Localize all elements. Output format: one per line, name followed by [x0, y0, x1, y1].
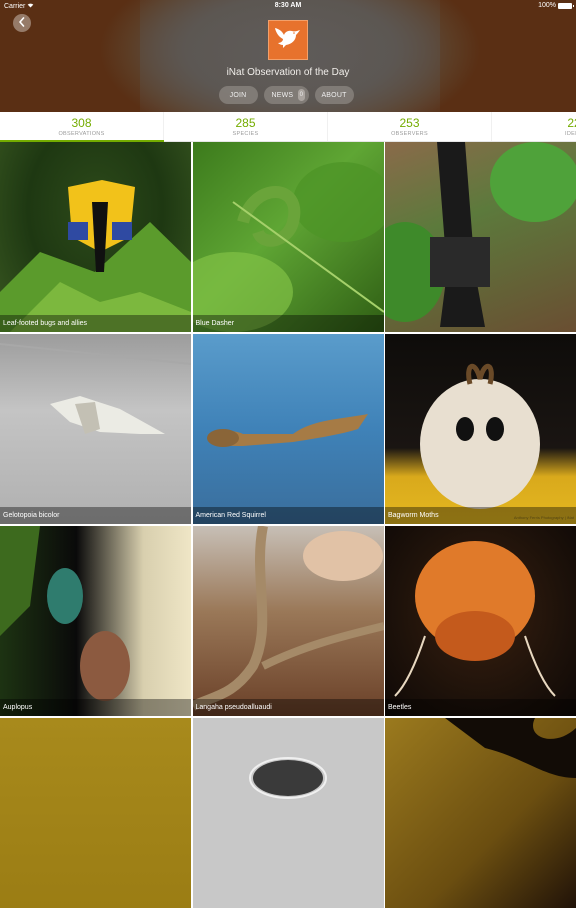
tab-identifiers[interactable]: 22 IDENT — [492, 112, 576, 141]
bird-icon — [273, 25, 303, 56]
observation-photo — [248, 757, 327, 799]
observation-caption: Blue Dasher — [192, 315, 384, 332]
tab-count: 22 — [567, 116, 576, 130]
news-label: NEWS — [271, 91, 294, 99]
battery-percent: 100% — [538, 2, 556, 9]
observation-tile[interactable]: Bagworm Moths Anthony Ferris Photography… — [385, 334, 576, 524]
observation-tile[interactable]: Gelotopoia bicolor — [0, 334, 191, 524]
join-button[interactable]: JOIN — [218, 86, 258, 104]
project-header: Carrier 8:30 AM 100% iNat Observation of… — [0, 0, 576, 112]
observation-caption: American Red Squirrel — [192, 507, 384, 524]
stats-tabs: 308 OBSERVATIONS 285 SPECIES 253 OBSERVE… — [0, 112, 576, 142]
observation-photo — [192, 162, 384, 332]
photo-credit: Anthony Ferris Photography | iNat — [513, 515, 574, 520]
observation-tile[interactable]: Langaha pseudoalluaudi — [192, 526, 384, 716]
battery-indicator: 100% — [538, 2, 574, 9]
status-bar: Carrier 8:30 AM 100% — [0, 0, 576, 12]
news-button[interactable]: NEWS 0 — [263, 86, 309, 104]
observation-photo — [420, 364, 540, 509]
observation-photo — [0, 180, 191, 332]
clock: 8:30 AM — [274, 2, 302, 9]
observation-tile[interactable] — [192, 718, 384, 908]
tab-count: 253 — [399, 116, 420, 130]
observation-caption: Leaf-footed bugs and allies — [0, 315, 191, 332]
observation-tile[interactable]: Auplopus — [0, 526, 191, 716]
tab-observers[interactable]: 253 OBSERVERS — [328, 112, 492, 141]
observation-grid: Leaf-footed bugs and allies Blue Dasher … — [0, 142, 576, 908]
tab-label: OBSERVATIONS — [58, 131, 105, 137]
observation-photo — [0, 343, 191, 434]
tab-label: IDENT — [565, 131, 576, 137]
header-actions: JOIN NEWS 0 ABOUT — [0, 86, 576, 104]
observation-photo — [206, 414, 368, 447]
observation-tile[interactable]: Blue Dasher — [192, 142, 384, 332]
tab-label: SPECIES — [232, 131, 259, 137]
news-count-badge: 0 — [298, 89, 305, 101]
observation-photo — [192, 526, 384, 711]
observation-tile[interactable] — [385, 718, 576, 908]
observation-caption: Beetles — [385, 699, 576, 716]
battery-icon — [558, 2, 574, 9]
tab-count: 308 — [71, 116, 92, 130]
observation-tile[interactable]: Beetles — [385, 526, 576, 716]
tab-label: OBSERVERS — [391, 131, 428, 137]
observation-tile[interactable] — [385, 142, 576, 332]
observation-caption: Auplopus — [0, 699, 191, 716]
project-title: iNat Observation of the Day — [226, 67, 350, 78]
observation-tile[interactable]: Leaf-footed bugs and allies — [0, 142, 191, 332]
tab-observations[interactable]: 308 OBSERVATIONS — [0, 112, 164, 142]
project-logo — [268, 20, 308, 60]
observation-photo — [445, 718, 576, 778]
back-button[interactable] — [13, 14, 31, 32]
observation-tile[interactable]: American Red Squirrel — [192, 334, 384, 524]
chevron-left-icon — [18, 14, 26, 32]
observation-photo — [385, 142, 576, 327]
observation-caption: Gelotopoia bicolor — [0, 507, 191, 524]
about-button[interactable]: ABOUT — [314, 86, 354, 104]
observation-photo — [394, 541, 556, 697]
observation-caption: Langaha pseudoalluaudi — [192, 699, 384, 716]
tab-species[interactable]: 285 SPECIES — [164, 112, 328, 141]
observation-tile[interactable] — [0, 718, 191, 908]
tab-count: 285 — [235, 116, 256, 130]
observation-photo — [0, 526, 130, 701]
